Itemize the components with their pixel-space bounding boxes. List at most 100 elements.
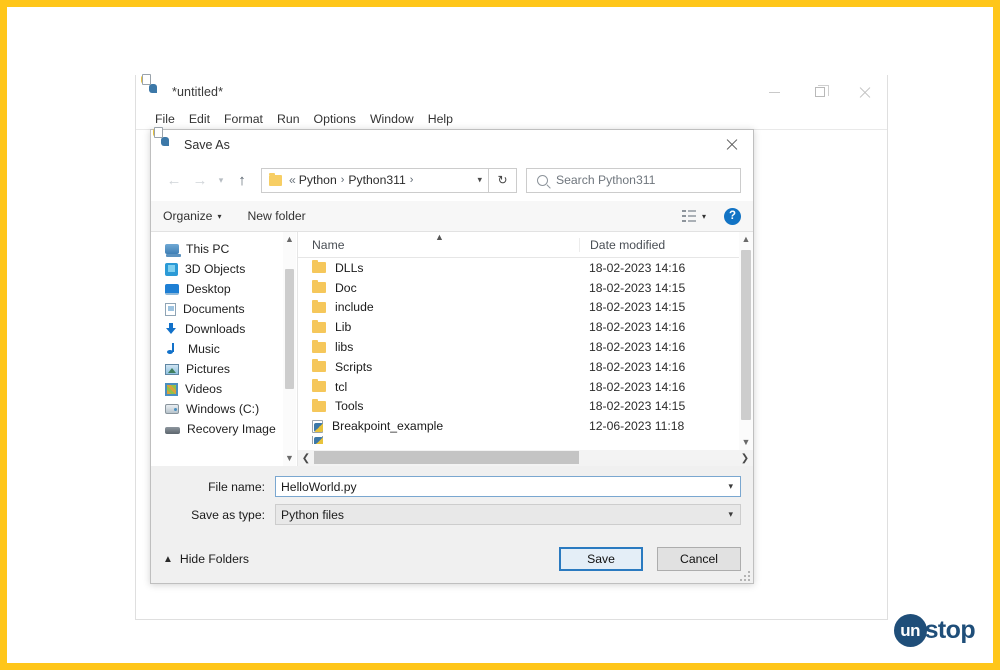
table-row[interactable]: libs 18-02-2023 14:16	[298, 337, 753, 357]
table-row[interactable]: Doc 18-02-2023 14:15	[298, 278, 753, 298]
sidebar-item-downloads[interactable]: Downloads	[151, 319, 297, 339]
chevron-down-icon[interactable]: ▾	[477, 175, 482, 186]
file-name: Scripts	[335, 359, 373, 374]
back-arrow-icon[interactable]: ←	[161, 167, 187, 193]
help-icon[interactable]: ?	[724, 207, 741, 225]
file-name: Tools	[335, 399, 364, 414]
python-file-icon	[312, 436, 323, 445]
chevron-down-icon[interactable]: ▾	[728, 481, 733, 492]
menu-window[interactable]: Window	[363, 112, 421, 126]
python-idle-icon	[153, 126, 177, 153]
file-date: 18-02-2023 14:15	[589, 399, 686, 414]
menu-help[interactable]: Help	[421, 112, 460, 126]
file-list-horizontal-scrollbar[interactable]: ❮ ❯	[298, 450, 753, 466]
table-row[interactable]: Lib 18-02-2023 14:16	[298, 317, 753, 337]
scroll-up-icon[interactable]: ▲	[285, 232, 294, 247]
sidebar-item-recovery-image[interactable]: Recovery Image	[151, 419, 297, 439]
save-button[interactable]: Save	[559, 547, 643, 571]
dialog-titlebar: Save As	[151, 126, 753, 159]
sidebar-label: Videos	[185, 382, 223, 396]
table-row[interactable]: Scripts 18-02-2023 14:16	[298, 357, 753, 377]
folder-icon	[312, 319, 326, 333]
menu-format[interactable]: Format	[217, 112, 270, 126]
dialog-toolbar: Organize ▾ New folder ▾ ?	[151, 201, 753, 232]
breadcrumb-python311[interactable]: Python311	[348, 173, 405, 187]
minimize-button[interactable]	[752, 75, 797, 109]
scroll-down-icon[interactable]: ▼	[742, 435, 751, 450]
breadcrumb-python[interactable]: Python	[299, 173, 337, 187]
savetype-select[interactable]: Python files ▾	[275, 504, 741, 525]
sidebar-item-music[interactable]: Music	[151, 339, 297, 359]
sidebar-item-documents[interactable]: Documents	[151, 299, 297, 319]
scroll-up-icon[interactable]: ▲	[742, 232, 751, 247]
scroll-thumb[interactable]	[741, 250, 751, 420]
dialog-footer: ▲ Hide Folders Save Cancel	[151, 535, 753, 583]
sidebar-label: This PC	[186, 242, 230, 256]
menu-file[interactable]: File	[148, 112, 182, 126]
table-row[interactable]: tcl 18-02-2023 14:16	[298, 377, 753, 397]
file-name: Lib	[335, 320, 352, 335]
scroll-thumb[interactable]	[314, 451, 579, 464]
folder-icon	[312, 379, 326, 393]
chevron-down-icon[interactable]: ▾	[702, 212, 706, 221]
filename-input[interactable]: HelloWorld.py ▾	[275, 476, 741, 497]
organize-button[interactable]: Organize ▾	[163, 209, 221, 223]
dialog-close-button[interactable]	[709, 130, 753, 159]
scroll-down-icon[interactable]: ▼	[285, 451, 294, 466]
filename-value: HelloWorld.py	[281, 479, 357, 494]
table-row[interactable]: DLLs 18-02-2023 14:16	[298, 258, 753, 278]
menu-options[interactable]: Options	[307, 112, 363, 126]
scroll-thumb[interactable]	[285, 269, 294, 389]
sidebar-item-pictures[interactable]: Pictures	[151, 359, 297, 379]
table-row[interactable]: Tools 18-02-2023 14:15	[298, 397, 753, 417]
table-row-partial[interactable]	[298, 436, 753, 445]
new-folder-button[interactable]: New folder	[247, 209, 305, 223]
navigation-sidebar: This PC 3D Objects Desktop Documents Dow…	[151, 232, 298, 466]
resize-grip[interactable]	[739, 570, 750, 581]
column-header-name[interactable]: ▲ Name	[298, 232, 579, 252]
save-label: Save	[587, 552, 615, 566]
sidebar-item-desktop[interactable]: Desktop	[151, 279, 297, 299]
chevron-down-icon[interactable]: ▾	[213, 167, 229, 193]
scroll-track[interactable]	[283, 247, 296, 451]
scroll-left-icon[interactable]: ❮	[298, 453, 314, 464]
cancel-button[interactable]: Cancel	[657, 547, 741, 571]
close-button[interactable]	[842, 75, 887, 109]
sidebar-scrollbar[interactable]: ▲ ▼	[283, 232, 296, 466]
filename-row: File name: HelloWorld.py ▾	[163, 476, 741, 497]
cancel-label: Cancel	[680, 552, 718, 566]
hide-folders-button[interactable]: ▲ Hide Folders	[163, 552, 249, 566]
table-row[interactable]: Breakpoint_example 12-06-2023 11:18	[298, 416, 753, 436]
forward-arrow-icon[interactable]: →	[187, 167, 213, 193]
sidebar-item-this-pc[interactable]: This PC	[151, 239, 297, 259]
scroll-right-icon[interactable]: ❯	[737, 453, 753, 464]
file-date: 18-02-2023 14:16	[589, 260, 686, 275]
file-list-vertical-scrollbar[interactable]: ▲ ▼	[739, 232, 753, 450]
filename-label: File name:	[208, 479, 265, 494]
folder-icon	[312, 260, 326, 274]
file-name: Breakpoint_example	[332, 419, 444, 434]
folder-icon	[312, 398, 326, 412]
chevron-down-icon[interactable]: ▾	[728, 509, 733, 520]
search-input[interactable]: Search Python311	[526, 167, 741, 193]
sidebar-item-3d-objects[interactable]: 3D Objects	[151, 259, 297, 279]
pictures-icon	[165, 363, 179, 375]
maximize-button[interactable]	[797, 75, 842, 109]
view-layout-icon[interactable]	[681, 210, 696, 222]
file-date: 18-02-2023 14:16	[589, 320, 686, 335]
up-arrow-icon[interactable]: ↑	[229, 167, 255, 193]
address-bar[interactable]: « Python › Python311 › ▾	[261, 167, 489, 193]
sidebar-item-videos[interactable]: Videos	[151, 379, 297, 399]
sidebar-item-windows-c[interactable]: Windows (C:)	[151, 399, 297, 419]
column-date-label: Date modified	[590, 237, 666, 252]
file-date: 18-02-2023 14:16	[589, 359, 686, 374]
scroll-track[interactable]	[314, 450, 737, 466]
address-prefix: «	[289, 173, 296, 187]
column-header-date[interactable]: Date modified	[579, 237, 753, 252]
breadcrumb-separator: ›	[340, 174, 345, 186]
menu-run[interactable]: Run	[270, 112, 307, 126]
refresh-button[interactable]: ↻	[489, 167, 517, 193]
table-row[interactable]: include 18-02-2023 14:15	[298, 298, 753, 318]
file-name: tcl	[335, 379, 348, 394]
menu-edit[interactable]: Edit	[182, 112, 217, 126]
